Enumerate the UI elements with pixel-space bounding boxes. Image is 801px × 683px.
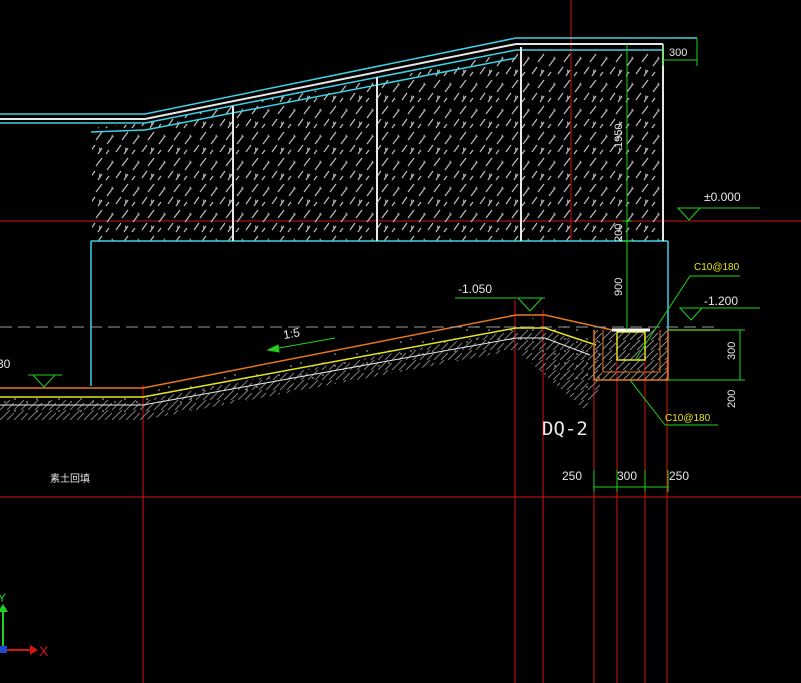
dim-bottom-300: 300 — [617, 469, 637, 483]
label-section-mark: DQ-2 — [542, 418, 588, 440]
label-material-note: 素土回填 — [50, 472, 90, 485]
label-left-partial: 30 — [0, 357, 11, 371]
drainage-trench — [593, 328, 720, 381]
dim-bottom-250-right: 250 — [669, 469, 689, 483]
dim-trench-200: 200 — [726, 390, 738, 408]
axis-x-label: X — [39, 643, 49, 659]
label-rebar-bottom: C10@180 — [665, 413, 711, 424]
cad-drawing-canvas[interactable]: ±0.000 -1.050 -1.200 1:5 DQ-2 30 C10@180… — [0, 0, 801, 683]
label-rebar-top: C10@180 — [694, 262, 740, 273]
label-elev-ramp-top: -1.050 — [458, 282, 492, 296]
dim-bottom-250-left: 250 — [562, 469, 582, 483]
dim-top-offset: 300 — [669, 47, 687, 59]
ucs-axis-icon: X Y — [0, 591, 49, 659]
dim-1950: 1950 — [613, 124, 625, 148]
label-slope: 1:5 — [282, 325, 301, 342]
label-elev-zero: ±0.000 — [704, 190, 741, 204]
dim-900: 900 — [613, 278, 625, 296]
dim-200-a: 200 — [613, 224, 625, 242]
dim-trench-300: 300 — [726, 342, 738, 360]
label-elev-trench: -1.200 — [704, 294, 738, 308]
axis-y-label: Y — [0, 591, 6, 605]
